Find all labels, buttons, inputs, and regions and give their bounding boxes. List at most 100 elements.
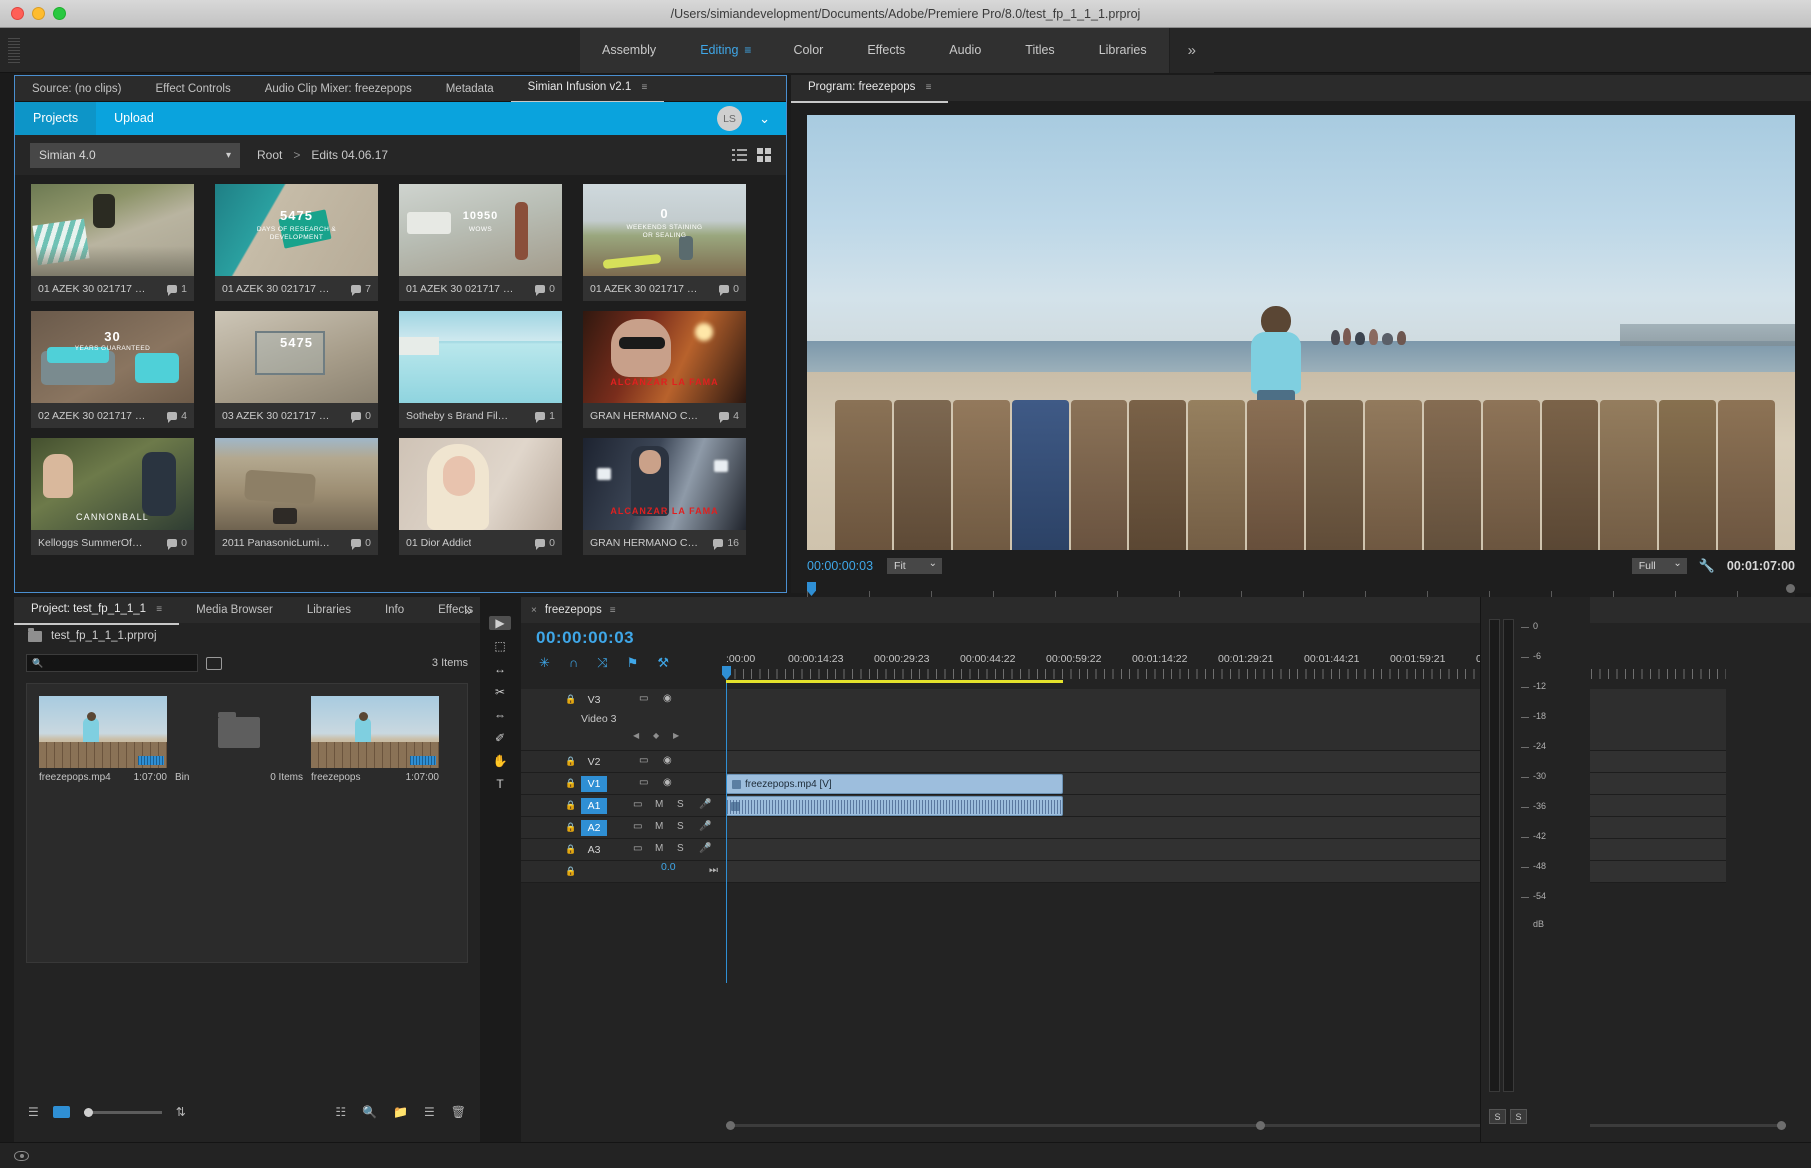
new-bin-icon[interactable] bbox=[206, 656, 222, 670]
panel-menu-icon[interactable]: ≡ bbox=[610, 605, 616, 616]
new-item-icon[interactable]: ☰ bbox=[424, 1105, 435, 1119]
pen-tool[interactable]: ✐ bbox=[489, 731, 511, 745]
workspace-overflow-icon[interactable]: » bbox=[1168, 28, 1214, 73]
lock-icon[interactable]: 🔒 bbox=[565, 694, 576, 704]
project-card[interactable]: 2011 PanasonicLumix V2 0 bbox=[215, 438, 378, 555]
tab-info[interactable]: Info bbox=[368, 597, 421, 623]
project-item[interactable]: freezepops 1:07:00 bbox=[311, 696, 439, 783]
snap-icon[interactable]: ∩ bbox=[569, 655, 578, 671]
track-eye-icon[interactable]: ◉ bbox=[663, 755, 672, 766]
master-level-value[interactable]: 0.0 bbox=[661, 861, 676, 873]
sort-icon[interactable]: ⇅ bbox=[176, 1105, 186, 1119]
solo-track-button[interactable]: S bbox=[677, 799, 684, 810]
go-to-end-icon[interactable]: ⏭ bbox=[709, 865, 718, 876]
track-header-a1[interactable]: 🔒 A1 ▭ M S 🎤 bbox=[521, 795, 726, 817]
track-header-v1[interactable]: 🔒 V1 ▭ ◉ bbox=[521, 773, 726, 795]
lock-icon[interactable]: 🔒 bbox=[565, 866, 576, 876]
ruler-end-handle[interactable] bbox=[1786, 584, 1795, 593]
project-card[interactable]: 01 AZEK 30 021717 M... 1 bbox=[31, 184, 194, 301]
tabs-overflow-icon[interactable]: » bbox=[464, 602, 472, 618]
hand-tool[interactable]: ✋ bbox=[489, 754, 511, 768]
list-view-icon[interactable]: ☰ bbox=[28, 1105, 39, 1119]
workspace-tab-assembly[interactable]: Assembly bbox=[580, 28, 678, 73]
timeline-clip-audio[interactable] bbox=[726, 796, 1063, 816]
timeline-clip-video[interactable]: freezepops.mp4 [V] bbox=[726, 774, 1063, 794]
breadcrumb-root[interactable]: Root bbox=[257, 148, 282, 162]
project-card[interactable]: CANNONBALL Kelloggs SummerOfCer... 0 bbox=[31, 438, 194, 555]
voice-record-icon[interactable]: 🎤 bbox=[699, 843, 711, 854]
lock-icon[interactable]: 🔒 bbox=[565, 822, 576, 832]
current-time-indicator[interactable] bbox=[722, 666, 731, 983]
simian-tab-projects[interactable]: Projects bbox=[15, 102, 97, 135]
project-card[interactable]: 5475 03 AZEK 30 021717 N... 0 bbox=[215, 311, 378, 428]
track-output-icon[interactable]: ▭ bbox=[639, 777, 648, 788]
workspace-tab-libraries[interactable]: Libraries bbox=[1077, 28, 1169, 73]
track-number-a1[interactable]: A1 bbox=[581, 798, 607, 814]
workspace-tab-titles[interactable]: Titles bbox=[1003, 28, 1076, 73]
search-input[interactable]: 🔍 bbox=[26, 654, 198, 672]
tab-program[interactable]: Program: freezepops ≡ bbox=[791, 74, 949, 103]
automate-to-sequence-icon[interactable]: ☷ bbox=[335, 1105, 346, 1119]
track-header-a3[interactable]: 🔒 A3 ▭ M S 🎤 bbox=[521, 839, 726, 861]
linked-selection-icon[interactable]: ⤨ bbox=[597, 655, 607, 671]
project-item[interactable]: freezepops.mp4 1:07:00 bbox=[39, 696, 167, 783]
track-select-forward-tool[interactable]: ⬚ bbox=[489, 639, 511, 653]
meter-solo-left[interactable]: S bbox=[1489, 1109, 1506, 1124]
lock-icon[interactable]: 🔒 bbox=[565, 756, 576, 766]
track-number-v2[interactable]: V2 bbox=[581, 754, 607, 770]
solo-track-button[interactable]: S bbox=[677, 843, 684, 854]
track-header-v2[interactable]: 🔒 V2 ▭ ◉ bbox=[521, 751, 726, 773]
meter-solo-right[interactable]: S bbox=[1510, 1109, 1527, 1124]
track-number-a2[interactable]: A2 bbox=[581, 820, 607, 836]
project-card[interactable]: 01 Dior Addict 0 bbox=[399, 438, 562, 555]
scrollbar-knob[interactable] bbox=[1256, 1121, 1265, 1130]
find-icon[interactable]: 🔍 bbox=[362, 1105, 377, 1119]
track-output-icon[interactable]: ▭ bbox=[633, 799, 642, 810]
tab-simian-infusion[interactable]: Simian Infusion v2.1 ≡ bbox=[510, 74, 665, 103]
tab-metadata[interactable]: Metadata bbox=[429, 76, 511, 102]
track-output-icon[interactable]: ▭ bbox=[639, 693, 648, 704]
slip-tool[interactable]: ⇔ bbox=[489, 708, 511, 722]
selection-tool[interactable]: ▶ bbox=[489, 616, 511, 630]
tab-media-browser[interactable]: Media Browser bbox=[179, 597, 290, 623]
new-bin-icon[interactable]: 📁 bbox=[393, 1105, 408, 1119]
lock-icon[interactable]: 🔒 bbox=[565, 778, 576, 788]
voice-record-icon[interactable]: 🎤 bbox=[699, 799, 711, 810]
lock-icon[interactable]: 🔒 bbox=[565, 844, 576, 854]
track-output-icon[interactable]: ▭ bbox=[633, 843, 642, 854]
scrollbar-right-handle[interactable] bbox=[1777, 1121, 1786, 1130]
delete-icon[interactable]: 🗑 bbox=[451, 1105, 466, 1119]
visibility-icon[interactable] bbox=[14, 1150, 29, 1161]
project-card[interactable]: 10950 WOWS 01 AZEK 30 021717 M... 0 bbox=[399, 184, 562, 301]
close-icon[interactable]: × bbox=[531, 605, 537, 616]
breadcrumb-current[interactable]: Edits 04.06.17 bbox=[311, 148, 388, 162]
zoom-slider[interactable] bbox=[83, 1107, 162, 1117]
playback-quality-select[interactable]: Full bbox=[1631, 558, 1687, 574]
tab-sequence-label[interactable]: freezepops bbox=[545, 604, 602, 616]
tab-audio-clip-mixer[interactable]: Audio Clip Mixer: freezepops bbox=[248, 76, 429, 102]
workspace-menu-icon[interactable]: ≡ bbox=[744, 28, 771, 73]
project-card[interactable]: Sotheby s Brand Film V... 1 bbox=[399, 311, 562, 428]
project-select[interactable]: Simian 4.0 ▾ bbox=[30, 142, 240, 168]
track-output-icon[interactable]: ▭ bbox=[633, 821, 642, 832]
panel-menu-icon[interactable]: ≡ bbox=[156, 604, 162, 615]
panel-menu-icon[interactable]: ≡ bbox=[926, 82, 932, 93]
type-tool[interactable]: T bbox=[489, 777, 511, 791]
track-number-v1[interactable]: V1 bbox=[581, 776, 607, 792]
track-output-icon[interactable]: ▭ bbox=[639, 755, 648, 766]
zoom-slider-knob[interactable] bbox=[83, 1107, 93, 1117]
chevron-down-icon[interactable]: ⌄ bbox=[759, 111, 770, 127]
track-eye-icon[interactable]: ◉ bbox=[663, 777, 672, 788]
workspace-tab-audio[interactable]: Audio bbox=[927, 28, 1003, 73]
keyframe-add-icon[interactable]: ◆ bbox=[653, 731, 659, 740]
simian-tab-upload[interactable]: Upload bbox=[96, 102, 172, 135]
track-header-master[interactable]: 🔒 0.0 ⏭ bbox=[521, 861, 726, 883]
drag-handle-icon[interactable] bbox=[8, 38, 20, 64]
track-eye-icon[interactable]: ◉ bbox=[663, 693, 672, 704]
grid-view-icon[interactable] bbox=[757, 148, 772, 162]
avatar[interactable]: LS bbox=[717, 106, 742, 131]
keyframe-prev-icon[interactable]: ◀ bbox=[633, 731, 639, 740]
solo-track-button[interactable]: S bbox=[677, 821, 684, 832]
tab-effects[interactable]: Effects bbox=[421, 597, 490, 623]
keyframe-next-icon[interactable]: ▶ bbox=[673, 731, 679, 740]
